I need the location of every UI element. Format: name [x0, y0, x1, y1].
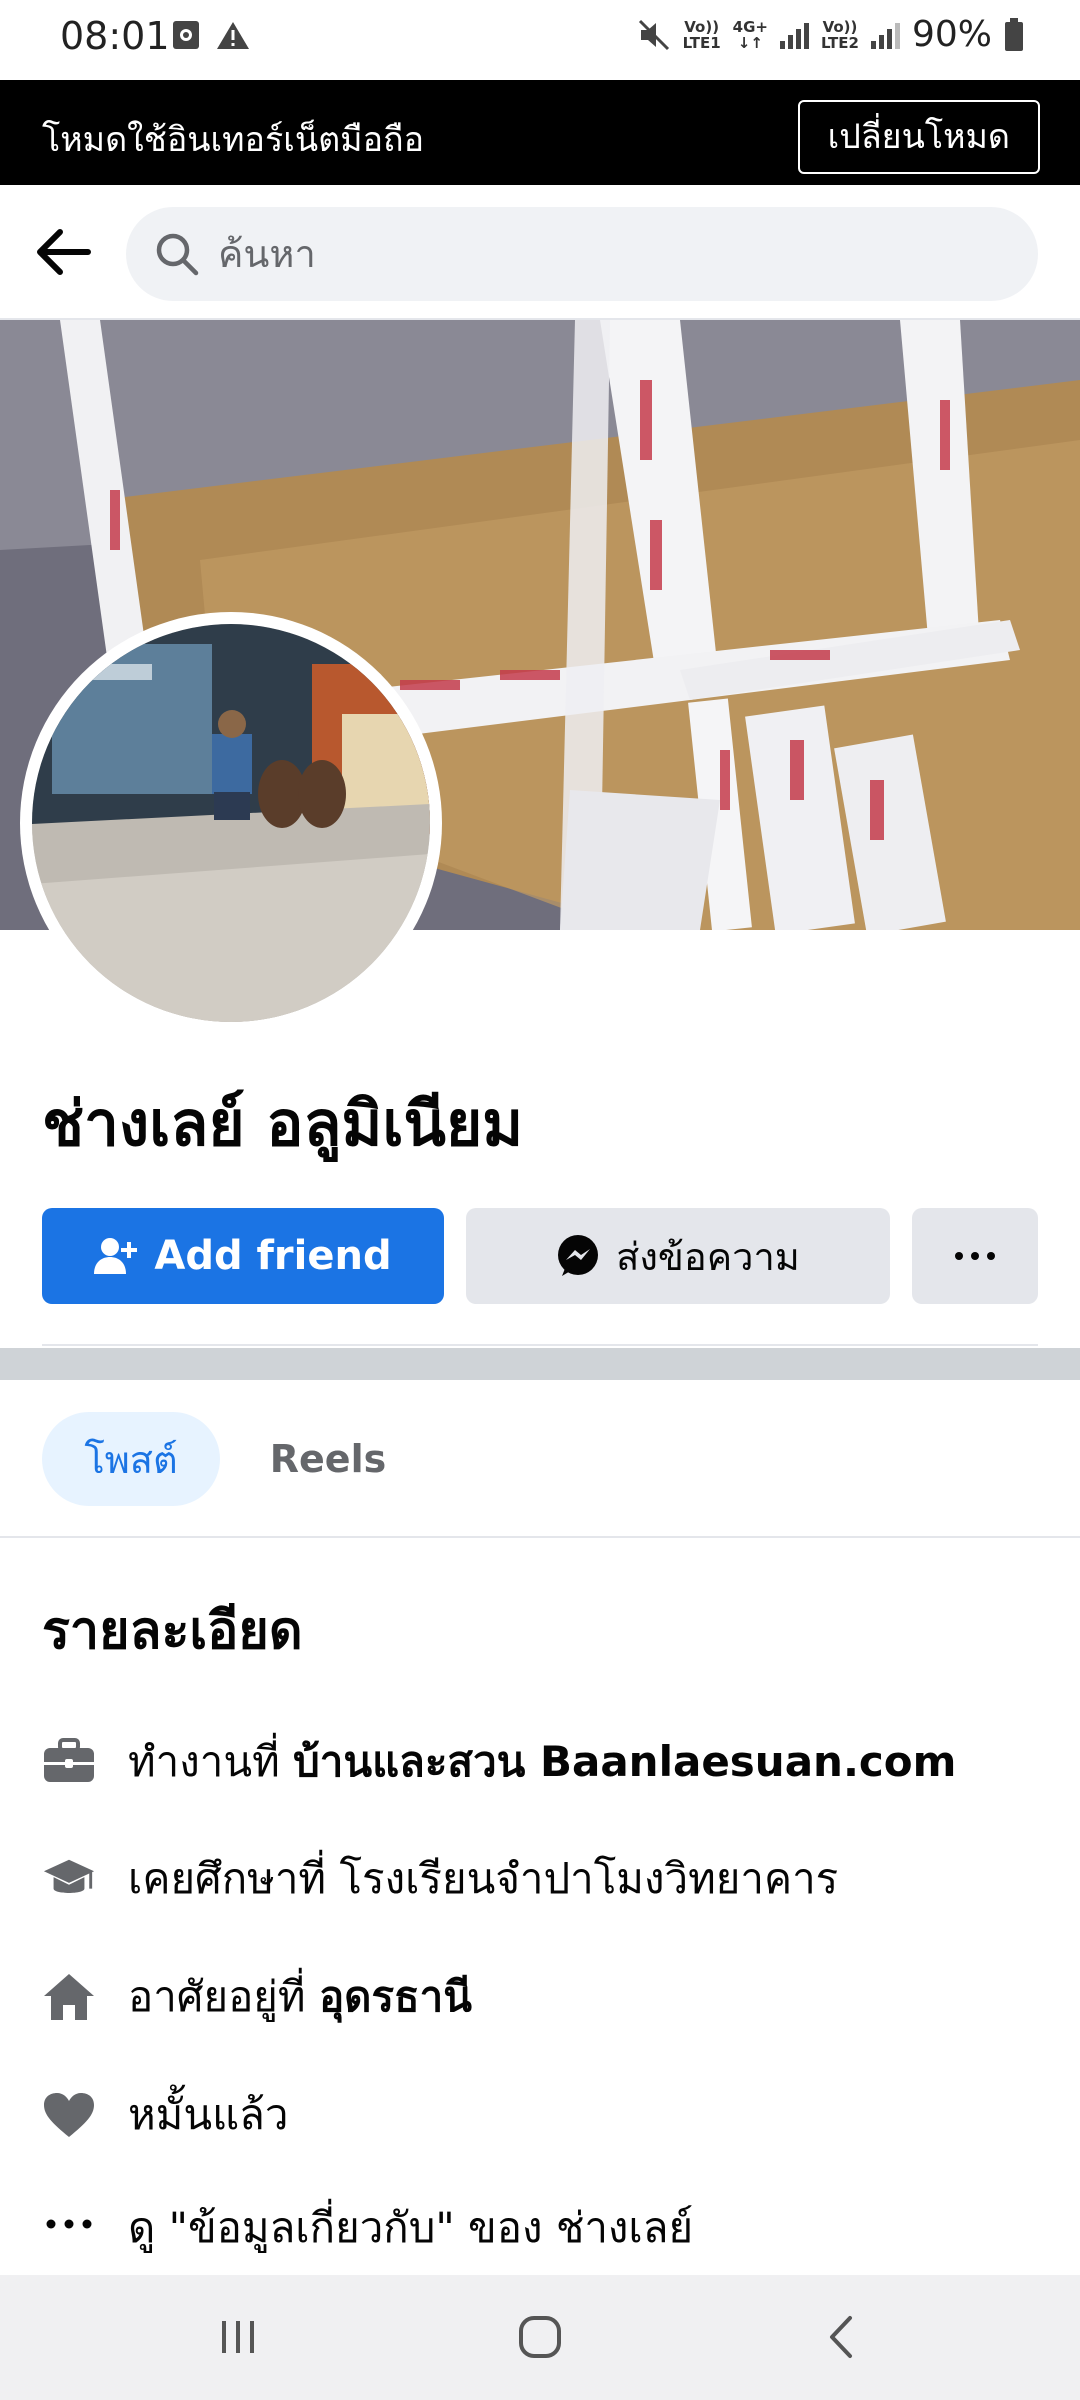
network-type-label: 4G+	[732, 17, 768, 36]
detail-relationship-text: หมั้นแล้ว	[128, 2090, 289, 2139]
more-options-button[interactable]	[912, 1208, 1038, 1304]
data-mode-banner: โหมดใช้อินเทอร์เน็ตมือถือ เปลี่ยนโหมด	[0, 80, 1080, 185]
avatar-image-frame	[32, 624, 430, 1022]
detail-work-text: ทำงานที่ บ้านและสวน Baanlaesuan.com	[128, 1729, 956, 1795]
chevron-left-icon	[830, 2316, 852, 2358]
system-navigation-bar	[0, 2275, 1080, 2400]
detail-education: เคยศึกษาที่ โรงเรียนจำปาโมงวิทยาคาร	[42, 1844, 1042, 1914]
home-icon	[42, 1970, 96, 2024]
network-type: 4G+ ↓↑	[733, 19, 768, 51]
back-nav-button[interactable]	[810, 2305, 874, 2369]
sim1-label: Vo)) LTE1	[683, 19, 721, 51]
profile-name: ช่างเลย์ อลูมิเนียม	[42, 1087, 524, 1160]
mute-icon	[638, 19, 669, 50]
more-dot-icon	[971, 1252, 979, 1260]
sim2-volte: Vo))	[822, 17, 858, 36]
tab-posts[interactable]: โพสต์	[42, 1412, 220, 1506]
see-about-link[interactable]: ดู "ข้อมูลเกี่ยวกับ" ของ ช่างเลย์	[128, 2195, 693, 2261]
detail-education-text: เคยศึกษาที่ โรงเรียนจำปาโมงวิทยาคาร	[128, 1854, 839, 1903]
detail-lives: อาศัยอยู่ที่ อุดรธานี	[42, 1962, 1042, 2032]
lives-place-link[interactable]: อุดรธานี	[319, 1972, 472, 2021]
recent-apps-icon	[222, 2321, 254, 2353]
search-input[interactable]	[218, 207, 998, 301]
add-friend-icon	[94, 1238, 138, 1274]
status-notification-icons	[172, 20, 250, 50]
recent-apps-button[interactable]	[206, 2305, 270, 2369]
sim2-lte: LTE2	[820, 33, 859, 52]
section-separator	[0, 1348, 1080, 1380]
profile-tabs: โพสต์ Reels	[0, 1380, 1080, 1538]
message-button[interactable]: ส่งข้อความ	[466, 1208, 890, 1304]
detail-work: ทำงานที่ บ้านและสวน Baanlaesuan.com	[42, 1727, 1042, 1797]
message-label: ส่งข้อความ	[616, 1234, 800, 1279]
tab-reels[interactable]: Reels	[248, 1412, 408, 1506]
mode-banner-text: โหมดใช้อินเทอร์เน็ตมือถือ	[42, 120, 425, 160]
profile-avatar[interactable]	[20, 612, 442, 1034]
messenger-icon	[558, 1235, 599, 1276]
battery-icon	[1005, 17, 1023, 51]
more-dots-icon	[42, 2201, 96, 2255]
search-icon	[156, 233, 199, 276]
more-dot-icon	[955, 1252, 963, 1260]
avatar-image	[32, 624, 430, 1022]
data-arrows-icon: ↓↑	[737, 33, 763, 52]
profile-actions: Add friend ส่งข้อความ	[42, 1208, 1038, 1304]
media-notification-icon	[173, 21, 199, 49]
signal-bars-icon-2	[870, 21, 900, 49]
work-prefix: ทำงานที่	[128, 1737, 294, 1786]
divider	[42, 1344, 1038, 1346]
home-circle-icon	[519, 2316, 561, 2358]
search-box[interactable]	[126, 207, 1038, 301]
back-arrow-icon	[37, 229, 91, 275]
battery-percent: 90%	[911, 14, 992, 55]
warning-icon	[217, 22, 249, 49]
briefcase-icon	[42, 1735, 96, 1789]
sim2-label: Vo)) LTE2	[821, 19, 859, 51]
detail-see-about[interactable]: ดู "ข้อมูลเกี่ยวกับ" ของ ช่างเลย์	[42, 2193, 1042, 2263]
detail-lives-text: อาศัยอยู่ที่ อุดรธานี	[128, 1964, 472, 2030]
back-button[interactable]	[30, 219, 96, 285]
search-header	[0, 185, 1080, 320]
details-heading: รายละเอียด	[42, 1601, 303, 1661]
add-friend-label: Add friend	[154, 1233, 392, 1279]
graduation-cap-icon	[42, 1852, 96, 1906]
signal-bars-icon-1	[779, 21, 809, 49]
home-button[interactable]	[508, 2305, 572, 2369]
heart-icon	[42, 2088, 96, 2142]
switch-mode-button[interactable]: เปลี่ยนโหมด	[797, 100, 1040, 174]
work-place-link[interactable]: บ้านและสวน Baanlaesuan.com	[293, 1737, 956, 1786]
add-friend-button[interactable]: Add friend	[42, 1208, 444, 1304]
more-dot-icon	[987, 1252, 995, 1260]
sim1-volte: Vo))	[684, 17, 720, 36]
status-bar: 08:01 Vo)) LTE1 4G+ ↓↑ Vo)) LTE2 90%	[0, 0, 1080, 80]
status-right-group: Vo)) LTE1 4G+ ↓↑ Vo)) LTE2 90%	[637, 14, 1024, 55]
status-time: 08:01	[60, 14, 170, 58]
detail-relationship: หมั้นแล้ว	[42, 2080, 1042, 2150]
sim1-lte: LTE1	[682, 33, 721, 52]
lives-prefix: อาศัยอยู่ที่	[128, 1972, 319, 2021]
